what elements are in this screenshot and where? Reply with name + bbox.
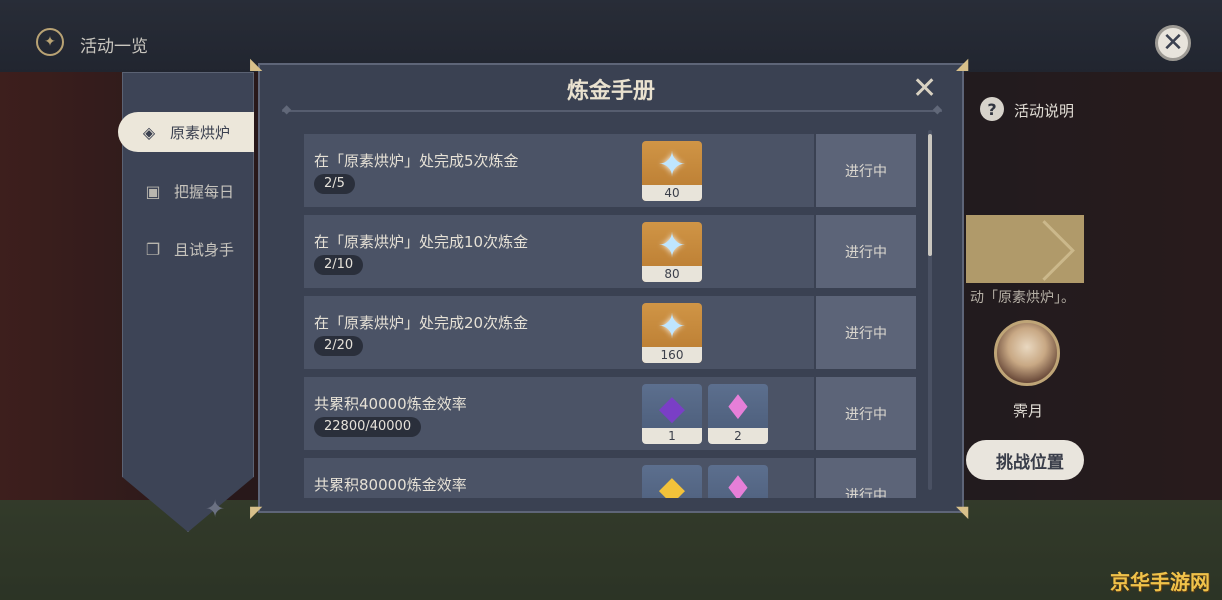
reward-quantity: 1 <box>642 428 702 444</box>
hint-text: 动「原素烘炉」。 <box>970 290 1075 306</box>
task-description: 在「原素烘炉」处完成20次炼金 <box>314 314 529 332</box>
reward-item[interactable]: ✦ 160 <box>642 303 702 363</box>
reward-quantity: 160 <box>642 347 702 363</box>
task-progress: 22800/40000 <box>314 417 422 437</box>
reward-item[interactable]: ♦ 2 <box>708 384 768 444</box>
sidebar-item-label: 把握每日 <box>174 182 235 201</box>
sidebar-item-daily[interactable]: ▣ 把握每日 <box>122 171 254 211</box>
reward-item[interactable]: ♦ <box>708 465 768 498</box>
reward-item[interactable]: ◆ <box>642 465 702 498</box>
reward-item[interactable]: ◆ 1 <box>642 384 702 444</box>
task-row: 共累积80000炼金效率 ◆ ♦ 进行中 <box>304 458 916 498</box>
corner-ornament-icon: ◣ <box>250 54 263 73</box>
dialog-close-icon[interactable]: ✕ <box>912 74 937 104</box>
task-description: 共累积40000炼金效率 <box>314 395 467 413</box>
sidebar-item-label: 原素烘炉 <box>170 123 231 142</box>
page-title: 活动一览 <box>80 37 148 57</box>
sidebar-item-trial[interactable]: ❐ 且试身手 <box>122 229 254 269</box>
task-description: 在「原素烘炉」处完成5次炼金 <box>314 152 519 170</box>
status-badge: 进行中 <box>816 296 916 369</box>
status-badge: 进行中 <box>816 377 916 450</box>
close-icon: ✕ <box>1162 28 1184 58</box>
close-button[interactable]: ✕ <box>1155 25 1191 61</box>
watermark-logo: 京华手游网 <box>1110 570 1210 594</box>
reward-quantity: 40 <box>642 185 702 201</box>
task-list: 在「原素烘炉」处完成5次炼金 2/5 ✦ 40 进行中 在「原素烘炉」处完成10… <box>304 134 916 498</box>
status-badge: 进行中 <box>816 134 916 207</box>
scrollbar-thumb[interactable] <box>928 134 932 256</box>
task-progress: 2/10 <box>314 255 364 275</box>
task-description: 在「原素烘炉」处完成10次炼金 <box>314 233 529 251</box>
status-badge: 进行中 <box>816 458 916 498</box>
sparkle-icon: ✦ <box>205 495 226 523</box>
avatar <box>994 320 1060 386</box>
event-banner-card <box>966 215 1084 283</box>
task-progress: 2/20 <box>314 336 364 356</box>
task-description: 共累积80000炼金效率 <box>314 476 467 494</box>
purple-crystal-icon: ◆ <box>658 388 686 428</box>
status-badge: 进行中 <box>816 215 916 288</box>
primogem-icon: ✦ <box>657 226 687 266</box>
task-row: 在「原素烘炉」处完成10次炼金 2/10 ✦ 80 进行中 <box>304 215 916 288</box>
primogem-icon: ✦ <box>657 307 687 347</box>
corner-ornament-icon: ◤ <box>250 502 263 521</box>
calendar-icon: ▣ <box>145 181 161 201</box>
task-row: 共累积40000炼金效率 22800/40000 ◆ 1 ♦ 2 进行中 <box>304 377 916 450</box>
gold-crystal-icon: ◆ <box>658 469 686 498</box>
dialog-title: 炼金手册 <box>566 79 655 104</box>
pink-crystal-cluster-icon: ♦ <box>722 469 754 498</box>
reward-item[interactable]: ✦ 40 <box>642 141 702 201</box>
sidebar-item-element-furnace[interactable]: ◈ 原素烘炉 <box>118 112 254 152</box>
reward-quantity: 80 <box>642 266 702 282</box>
cards-icon: ❐ <box>145 239 161 259</box>
task-progress: 2/5 <box>314 174 355 194</box>
corner-ornament-icon: ◢ <box>956 54 969 73</box>
task-row: 在「原素烘炉」处完成5次炼金 2/5 ✦ 40 进行中 <box>304 134 916 207</box>
reward-quantity: 2 <box>708 428 768 444</box>
primogem-icon: ✦ <box>657 145 687 185</box>
compass-icon: ✦ <box>36 28 64 56</box>
corner-ornament-icon: ◥ <box>956 502 969 521</box>
pink-crystal-cluster-icon: ♦ <box>722 388 754 428</box>
element-furnace-icon: ◈ <box>142 122 156 142</box>
reward-item[interactable]: ✦ 80 <box>642 222 702 282</box>
task-row: 在「原素烘炉」处完成20次炼金 2/20 ✦ 160 进行中 <box>304 296 916 369</box>
challenge-button[interactable]: 挑战位置 <box>966 440 1084 480</box>
avatar-name: 霁月 <box>1013 402 1044 420</box>
sidebar-item-label: 且试身手 <box>174 240 235 259</box>
title-divider <box>282 102 942 116</box>
